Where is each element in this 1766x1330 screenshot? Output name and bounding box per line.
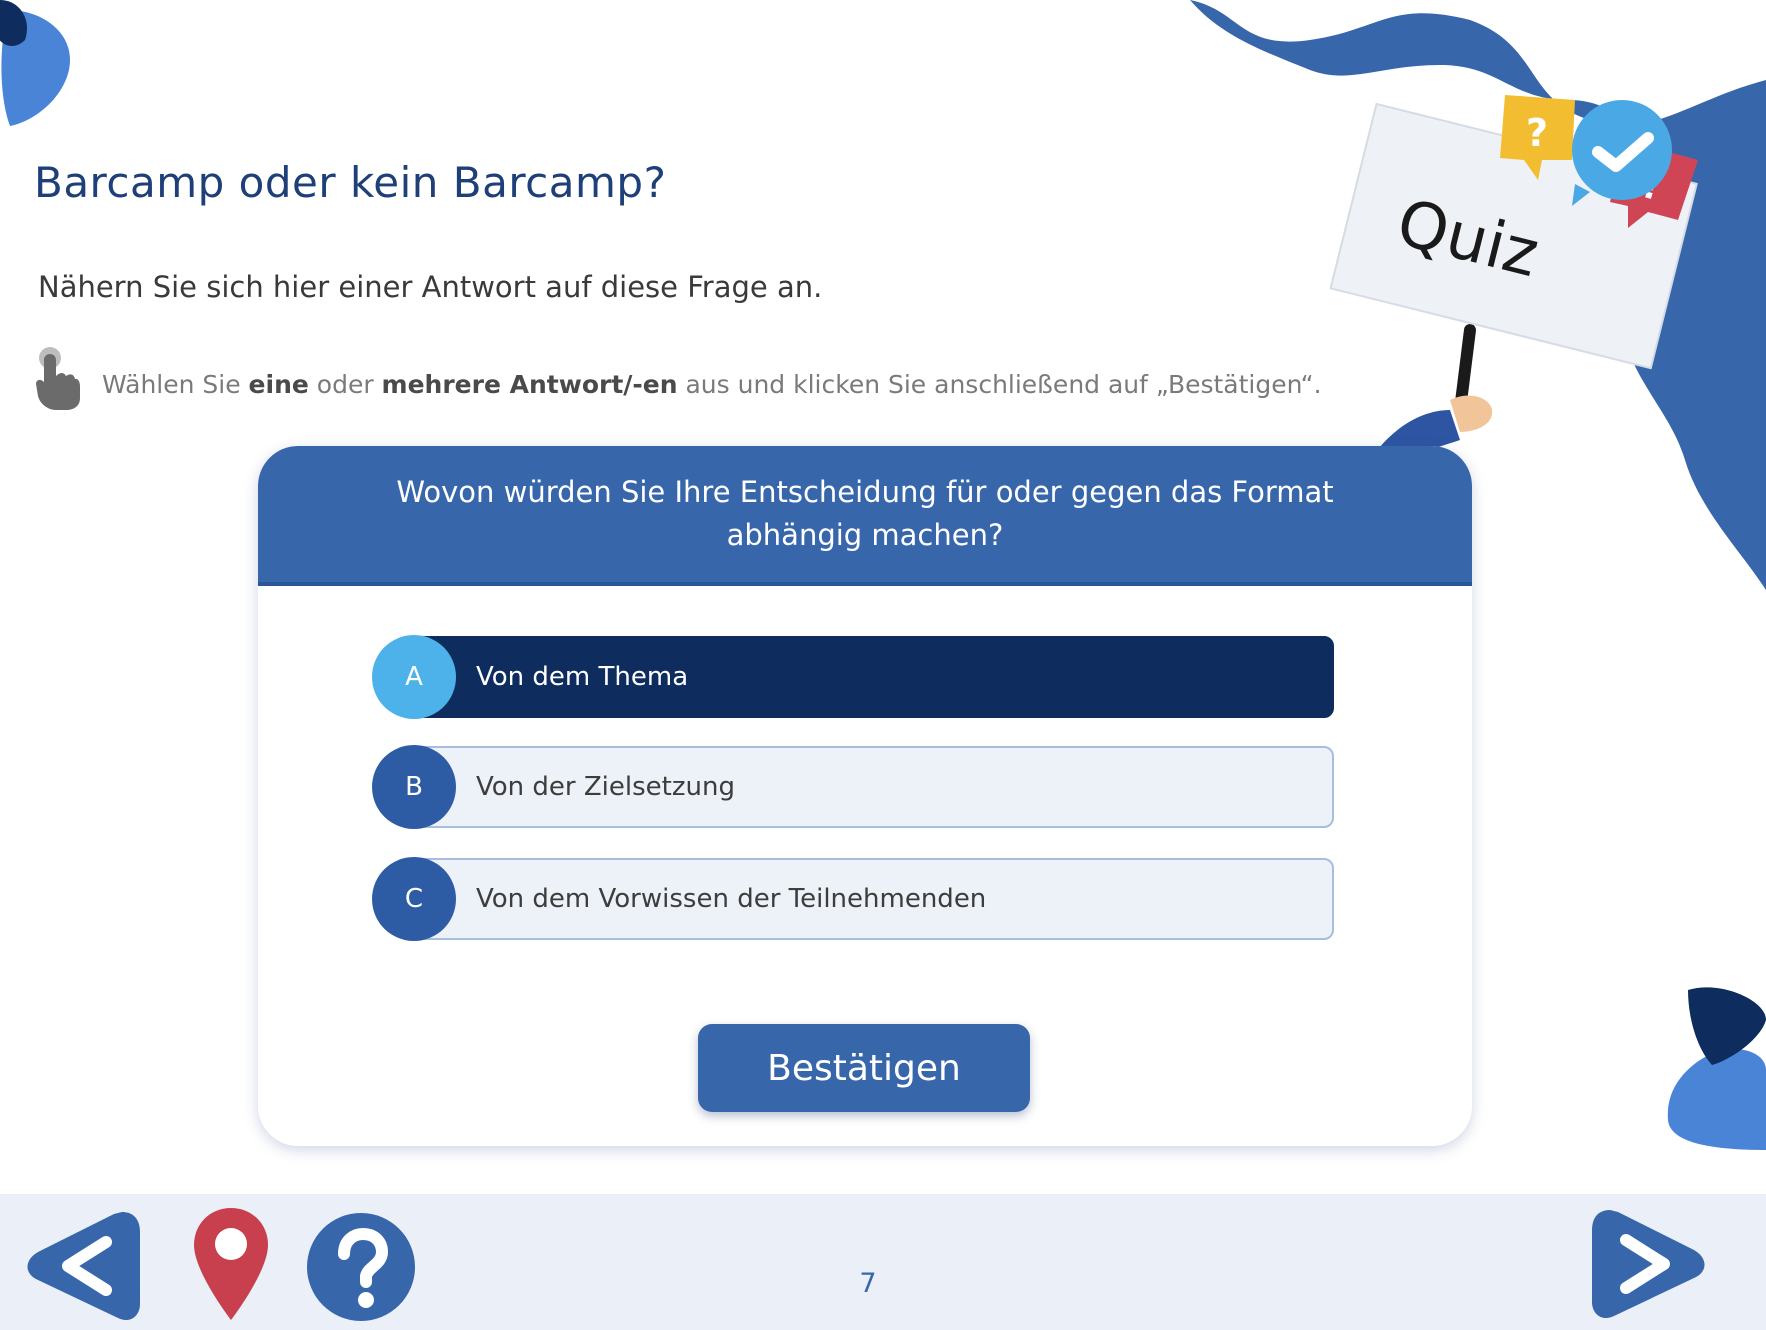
next-arrow-icon[interactable] [1586,1206,1714,1322]
confirm-button[interactable]: Bestätigen [698,1024,1030,1112]
answer-option-c[interactable]: C Von dem Vorwissen der Teilnehmenden [372,857,1334,941]
exit-button[interactable] [1694,0,1758,70]
quiz-sign-illustration: Quiz ? ! [1329,95,1698,460]
instruction-text: Wählen Sie eine oder mehrere Antwort/-en… [102,370,1322,399]
map-pin-icon[interactable] [192,1206,270,1322]
quiz-card: Wovon würden Sie Ihre Entscheidung für o… [258,446,1472,1146]
option-label: Von dem Thema [476,662,689,692]
back-arrow-icon[interactable] [18,1208,146,1324]
option-letter-badge: A [372,635,456,719]
option-label: Von dem Vorwissen der Teilnehmenden [476,884,987,914]
option-label: Von der Zielsetzung [476,772,735,802]
question-header: Wovon würden Sie Ihre Entscheidung für o… [258,446,1472,586]
decorative-blob-top-left [0,0,70,126]
option-letter-badge: C [372,857,456,941]
help-icon[interactable] [306,1212,416,1322]
svg-text:?: ? [1526,111,1548,155]
intro-text: Nähern Sie sich hier einer Antwort auf d… [38,270,823,304]
question-text: Wovon würden Sie Ihre Entscheidung für o… [396,475,1334,552]
answer-option-a[interactable]: A Von dem Thema [372,635,1334,719]
hand-pointer-icon [36,347,80,410]
option-letter-badge: B [372,745,456,829]
exit-icon [1702,4,1754,62]
page-number: 7 [859,1268,877,1299]
page-title: Barcamp oder kein Barcamp? [34,158,667,207]
answer-option-b[interactable]: B Von der Zielsetzung [372,745,1334,829]
decorative-blob-bottom-right [1667,987,1766,1150]
